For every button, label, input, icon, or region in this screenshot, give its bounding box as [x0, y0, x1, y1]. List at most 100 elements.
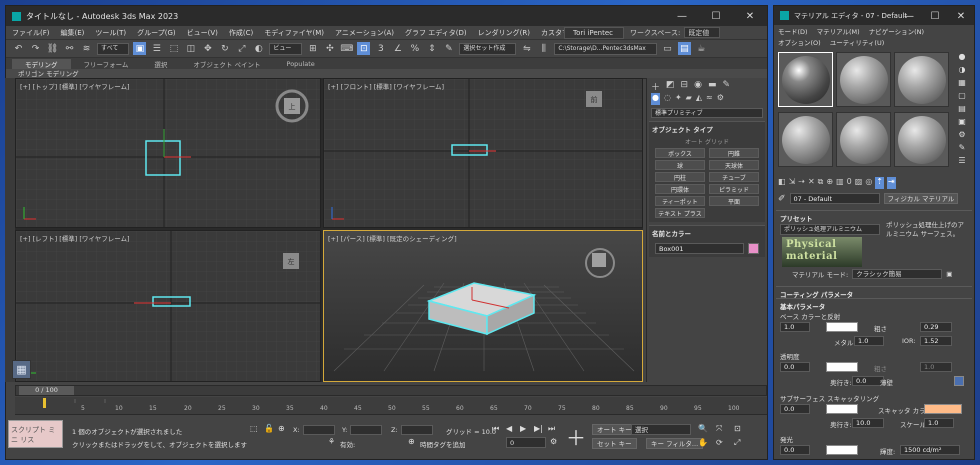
- render-icon[interactable]: ☕: [695, 42, 708, 55]
- menu-group[interactable]: グループ(G): [137, 28, 175, 38]
- med-options-icon[interactable]: ⚙: [958, 130, 965, 139]
- cameras-icon[interactable]: ▰: [686, 93, 692, 105]
- teapot-button[interactable]: ティーポット: [655, 196, 705, 206]
- menu-rendering[interactable]: レンダリング(R): [478, 28, 530, 38]
- edit-named-sel-icon[interactable]: ✎: [442, 42, 455, 55]
- menu-file[interactable]: ファイル(F): [12, 28, 50, 38]
- torus-button[interactable]: 円環体: [655, 184, 705, 194]
- box-button[interactable]: ボックス: [655, 148, 705, 158]
- mirror-icon[interactable]: ⇋: [520, 42, 533, 55]
- sample-slot-6[interactable]: [894, 112, 949, 167]
- rect-selection-icon[interactable]: ⬚: [167, 42, 180, 55]
- move-icon[interactable]: ✥: [201, 42, 214, 55]
- select-manipulate-icon[interactable]: ✣: [323, 42, 336, 55]
- hierarchy-tab-icon[interactable]: ⊟: [681, 80, 689, 90]
- display-tab-icon[interactable]: ▬: [708, 80, 717, 90]
- spacewarps-icon[interactable]: ≈: [706, 93, 713, 105]
- show-end-result-icon[interactable]: ◎: [865, 177, 872, 189]
- time-slider[interactable]: 0 / 100: [15, 385, 767, 396]
- ribbon-tab-object-paint[interactable]: オブジェクト ペイント: [180, 59, 273, 69]
- absolute-mode-icon[interactable]: ⊕: [278, 424, 285, 433]
- ref-coord-dropdown[interactable]: ビュー: [269, 42, 303, 55]
- object-color-swatch[interactable]: [748, 243, 759, 254]
- med-maximize-icon[interactable]: ☐: [922, 6, 948, 26]
- rotate-icon[interactable]: ↻: [218, 42, 231, 55]
- object-name-input[interactable]: Box001: [655, 243, 745, 254]
- roughness-input[interactable]: 0.29: [920, 322, 952, 332]
- folder-icon[interactable]: ▭: [661, 42, 674, 55]
- name-color-header[interactable]: 名前とカラー: [649, 226, 765, 240]
- workspace-dropdown[interactable]: 既定値: [684, 27, 721, 38]
- sphere-button[interactable]: 球: [655, 160, 705, 170]
- menu-modifiers[interactable]: モディファイヤ(M): [264, 28, 324, 38]
- med-menu-utilities[interactable]: ユーティリティ(U): [830, 37, 885, 47]
- med-menu-options[interactable]: オプション(O): [778, 37, 821, 47]
- sample-slot-5[interactable]: [836, 112, 891, 167]
- material-navigator-icon[interactable]: ☰: [958, 156, 965, 165]
- eyedropper-icon[interactable]: ✐: [778, 194, 786, 204]
- redo-icon[interactable]: ↷: [29, 42, 42, 55]
- zoom-extents-icon[interactable]: ⊡: [734, 424, 741, 433]
- selection-filter-dropdown[interactable]: すべて: [97, 42, 130, 55]
- ior-input[interactable]: 1.52: [920, 336, 952, 346]
- menu-edit[interactable]: 編集(E): [61, 28, 85, 38]
- set-key-button[interactable]: セット キー: [592, 438, 637, 449]
- make-unique-icon[interactable]: ⊕: [826, 177, 833, 189]
- select-by-material-icon[interactable]: ✎: [959, 143, 966, 152]
- z-coord-input[interactable]: [400, 425, 433, 435]
- ribbon-tab-freeform[interactable]: フリーフォーム: [71, 59, 142, 69]
- project-path-dropdown[interactable]: C:\Storage\D...Pentec3dsMax: [554, 42, 657, 55]
- scale-icon[interactable]: ⤢: [235, 42, 248, 55]
- viewport-perspective-label[interactable]: [+] [パース] [標準] [既定のシェーディング]: [328, 233, 457, 243]
- go-to-parent-icon[interactable]: ⇡: [875, 177, 884, 189]
- backlight-icon[interactable]: ◑: [959, 65, 966, 74]
- named-selection-dropdown[interactable]: 選択セット作成: [459, 42, 517, 55]
- maximize-icon[interactable]: ☐: [699, 6, 733, 26]
- get-material-icon[interactable]: ◧: [778, 177, 786, 189]
- spinner-snap-icon[interactable]: ⇕: [425, 42, 438, 55]
- key-mode-dropdown[interactable]: 選択: [631, 424, 691, 435]
- adaptive-degradation-icon[interactable]: ⚘: [328, 437, 335, 446]
- med-titlebar[interactable]: マテリアル エディタ - 07 - Default — ☐ ✕: [774, 6, 974, 25]
- mode-help-icon[interactable]: ▣: [946, 270, 952, 278]
- transparency-color-swatch[interactable]: [826, 362, 858, 372]
- percent-snap-icon[interactable]: %: [408, 42, 421, 55]
- zoom-all-icon[interactable]: ⤧: [716, 424, 722, 434]
- viewport-top-label[interactable]: [+] [トップ] [標準] [ワイヤフレーム]: [20, 81, 130, 91]
- material-name-input[interactable]: 07 - Default: [789, 193, 880, 204]
- material-id-icon[interactable]: 0: [847, 177, 852, 189]
- time-config-icon[interactable]: ⚙: [550, 437, 557, 446]
- create-tab-icon[interactable]: ＋: [651, 80, 660, 93]
- undo-icon[interactable]: ↶: [12, 42, 25, 55]
- sample-slot-2[interactable]: [836, 52, 891, 107]
- shapes-icon[interactable]: ◌: [664, 93, 671, 105]
- orbit-icon[interactable]: ⟳: [716, 438, 723, 447]
- maxscript-listener[interactable]: スクリプト ミニ リス: [8, 420, 63, 448]
- auto-key-button[interactable]: オート キー: [592, 424, 637, 435]
- utilities-tab-icon[interactable]: ✎: [722, 80, 730, 90]
- systems-icon[interactable]: ⚙: [717, 93, 724, 105]
- luminance-input[interactable]: 1500 cd/m²: [900, 445, 960, 455]
- next-frame-icon[interactable]: ▶|: [534, 424, 543, 433]
- viewport-layout-button[interactable]: ▦: [12, 360, 31, 379]
- sample-slot-1[interactable]: [778, 52, 833, 107]
- med-close-icon[interactable]: ✕: [948, 6, 974, 26]
- textplus-button[interactable]: テキスト プラス: [655, 208, 705, 218]
- menu-graph-editors[interactable]: グラフ エディタ(D): [405, 28, 467, 38]
- thin-wall-checkbox[interactable]: 薄壁: [880, 377, 893, 387]
- emission-weight-input[interactable]: 0.0: [780, 445, 810, 455]
- make-copy-icon[interactable]: ⧉: [818, 177, 824, 189]
- viewport-left-label[interactable]: [+] [レフト] [標準] [ワイヤフレーム]: [20, 233, 130, 243]
- current-frame-input[interactable]: 0: [506, 437, 546, 448]
- geosphere-button[interactable]: 天球体: [709, 160, 759, 170]
- goto-start-icon[interactable]: ⏮: [492, 424, 499, 434]
- cone-button[interactable]: 円錐: [709, 148, 759, 158]
- geometry-icon[interactable]: ●: [651, 93, 660, 105]
- track-bar[interactable]: 5 10 15 20 25 30 35 40 45 50 55 60 65 70…: [15, 397, 767, 415]
- play-icon[interactable]: ▶: [520, 424, 526, 433]
- primitive-category-dropdown[interactable]: 標準プリミティブ: [651, 108, 763, 118]
- scale-input[interactable]: 1.0: [924, 418, 954, 428]
- maximize-viewport-icon[interactable]: ⤢: [734, 438, 740, 448]
- select-by-name-icon[interactable]: ☰: [150, 42, 163, 55]
- minimize-icon[interactable]: —: [665, 6, 699, 26]
